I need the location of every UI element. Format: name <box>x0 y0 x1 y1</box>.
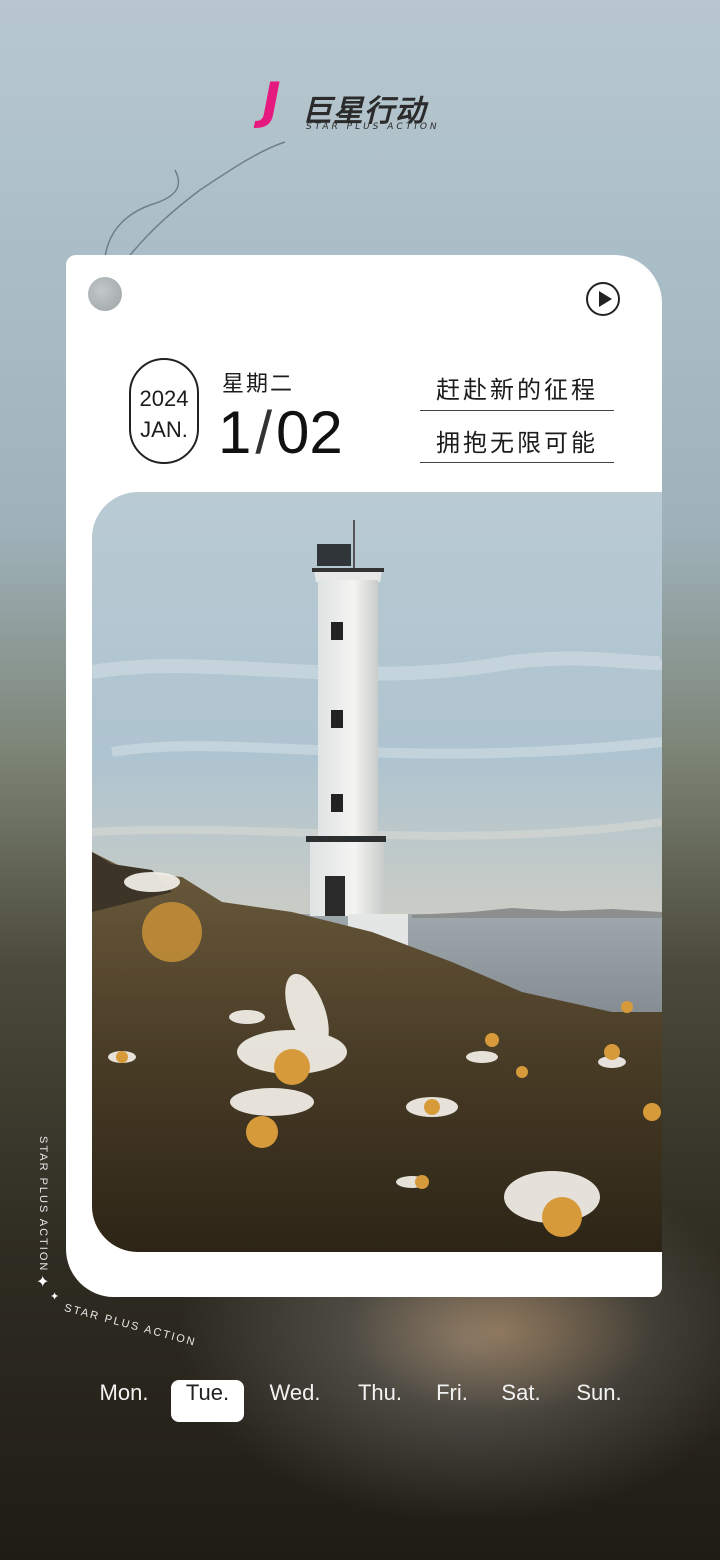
sparkle-icon: ✦ <box>50 1290 60 1303</box>
weekday-label: 星期二 <box>222 372 295 397</box>
day-mon[interactable]: Mon. <box>86 1380 162 1422</box>
brand-logo: J 巨星行动 STAR PLUS ACTION <box>262 72 462 134</box>
year-label: 2024 <box>139 386 189 411</box>
vertical-brand-text: STAR PLUS ACTION <box>37 1136 49 1273</box>
month-number: 1 <box>218 399 252 466</box>
hang-hole-icon <box>88 277 122 311</box>
day-sun[interactable]: Sun. <box>570 1380 628 1422</box>
day-tue[interactable]: Tue. <box>171 1380 244 1422</box>
slogan-divider-1 <box>420 410 614 411</box>
lighthouse-photo <box>92 492 662 1252</box>
logo-mark: J <box>262 72 281 130</box>
sparkle-icon: ✦ <box>36 1272 50 1291</box>
slogan-line-1: 赶赴新的征程 <box>436 376 598 404</box>
slogan-divider-2 <box>420 462 614 463</box>
day-fri[interactable]: Fri. <box>430 1380 474 1422</box>
slogan-line-2: 拥抱无限可能 <box>436 429 598 457</box>
day-wed[interactable]: Wed. <box>262 1380 328 1422</box>
logo-tagline: STAR PLUS ACTION <box>306 122 440 132</box>
date-separator: / <box>255 399 273 466</box>
day-sat[interactable]: Sat. <box>496 1380 546 1422</box>
day-thu[interactable]: Thu. <box>352 1380 408 1422</box>
month-label: JAN. <box>140 417 188 442</box>
year-month-badge: 2024 JAN. <box>129 358 199 464</box>
date-display: 1/02 <box>218 398 343 468</box>
weekday-selector: Mon. Tue. Wed. Thu. Fri. Sat. Sun. <box>86 1380 636 1424</box>
day-number: 02 <box>276 399 343 466</box>
play-icon[interactable] <box>586 282 620 316</box>
